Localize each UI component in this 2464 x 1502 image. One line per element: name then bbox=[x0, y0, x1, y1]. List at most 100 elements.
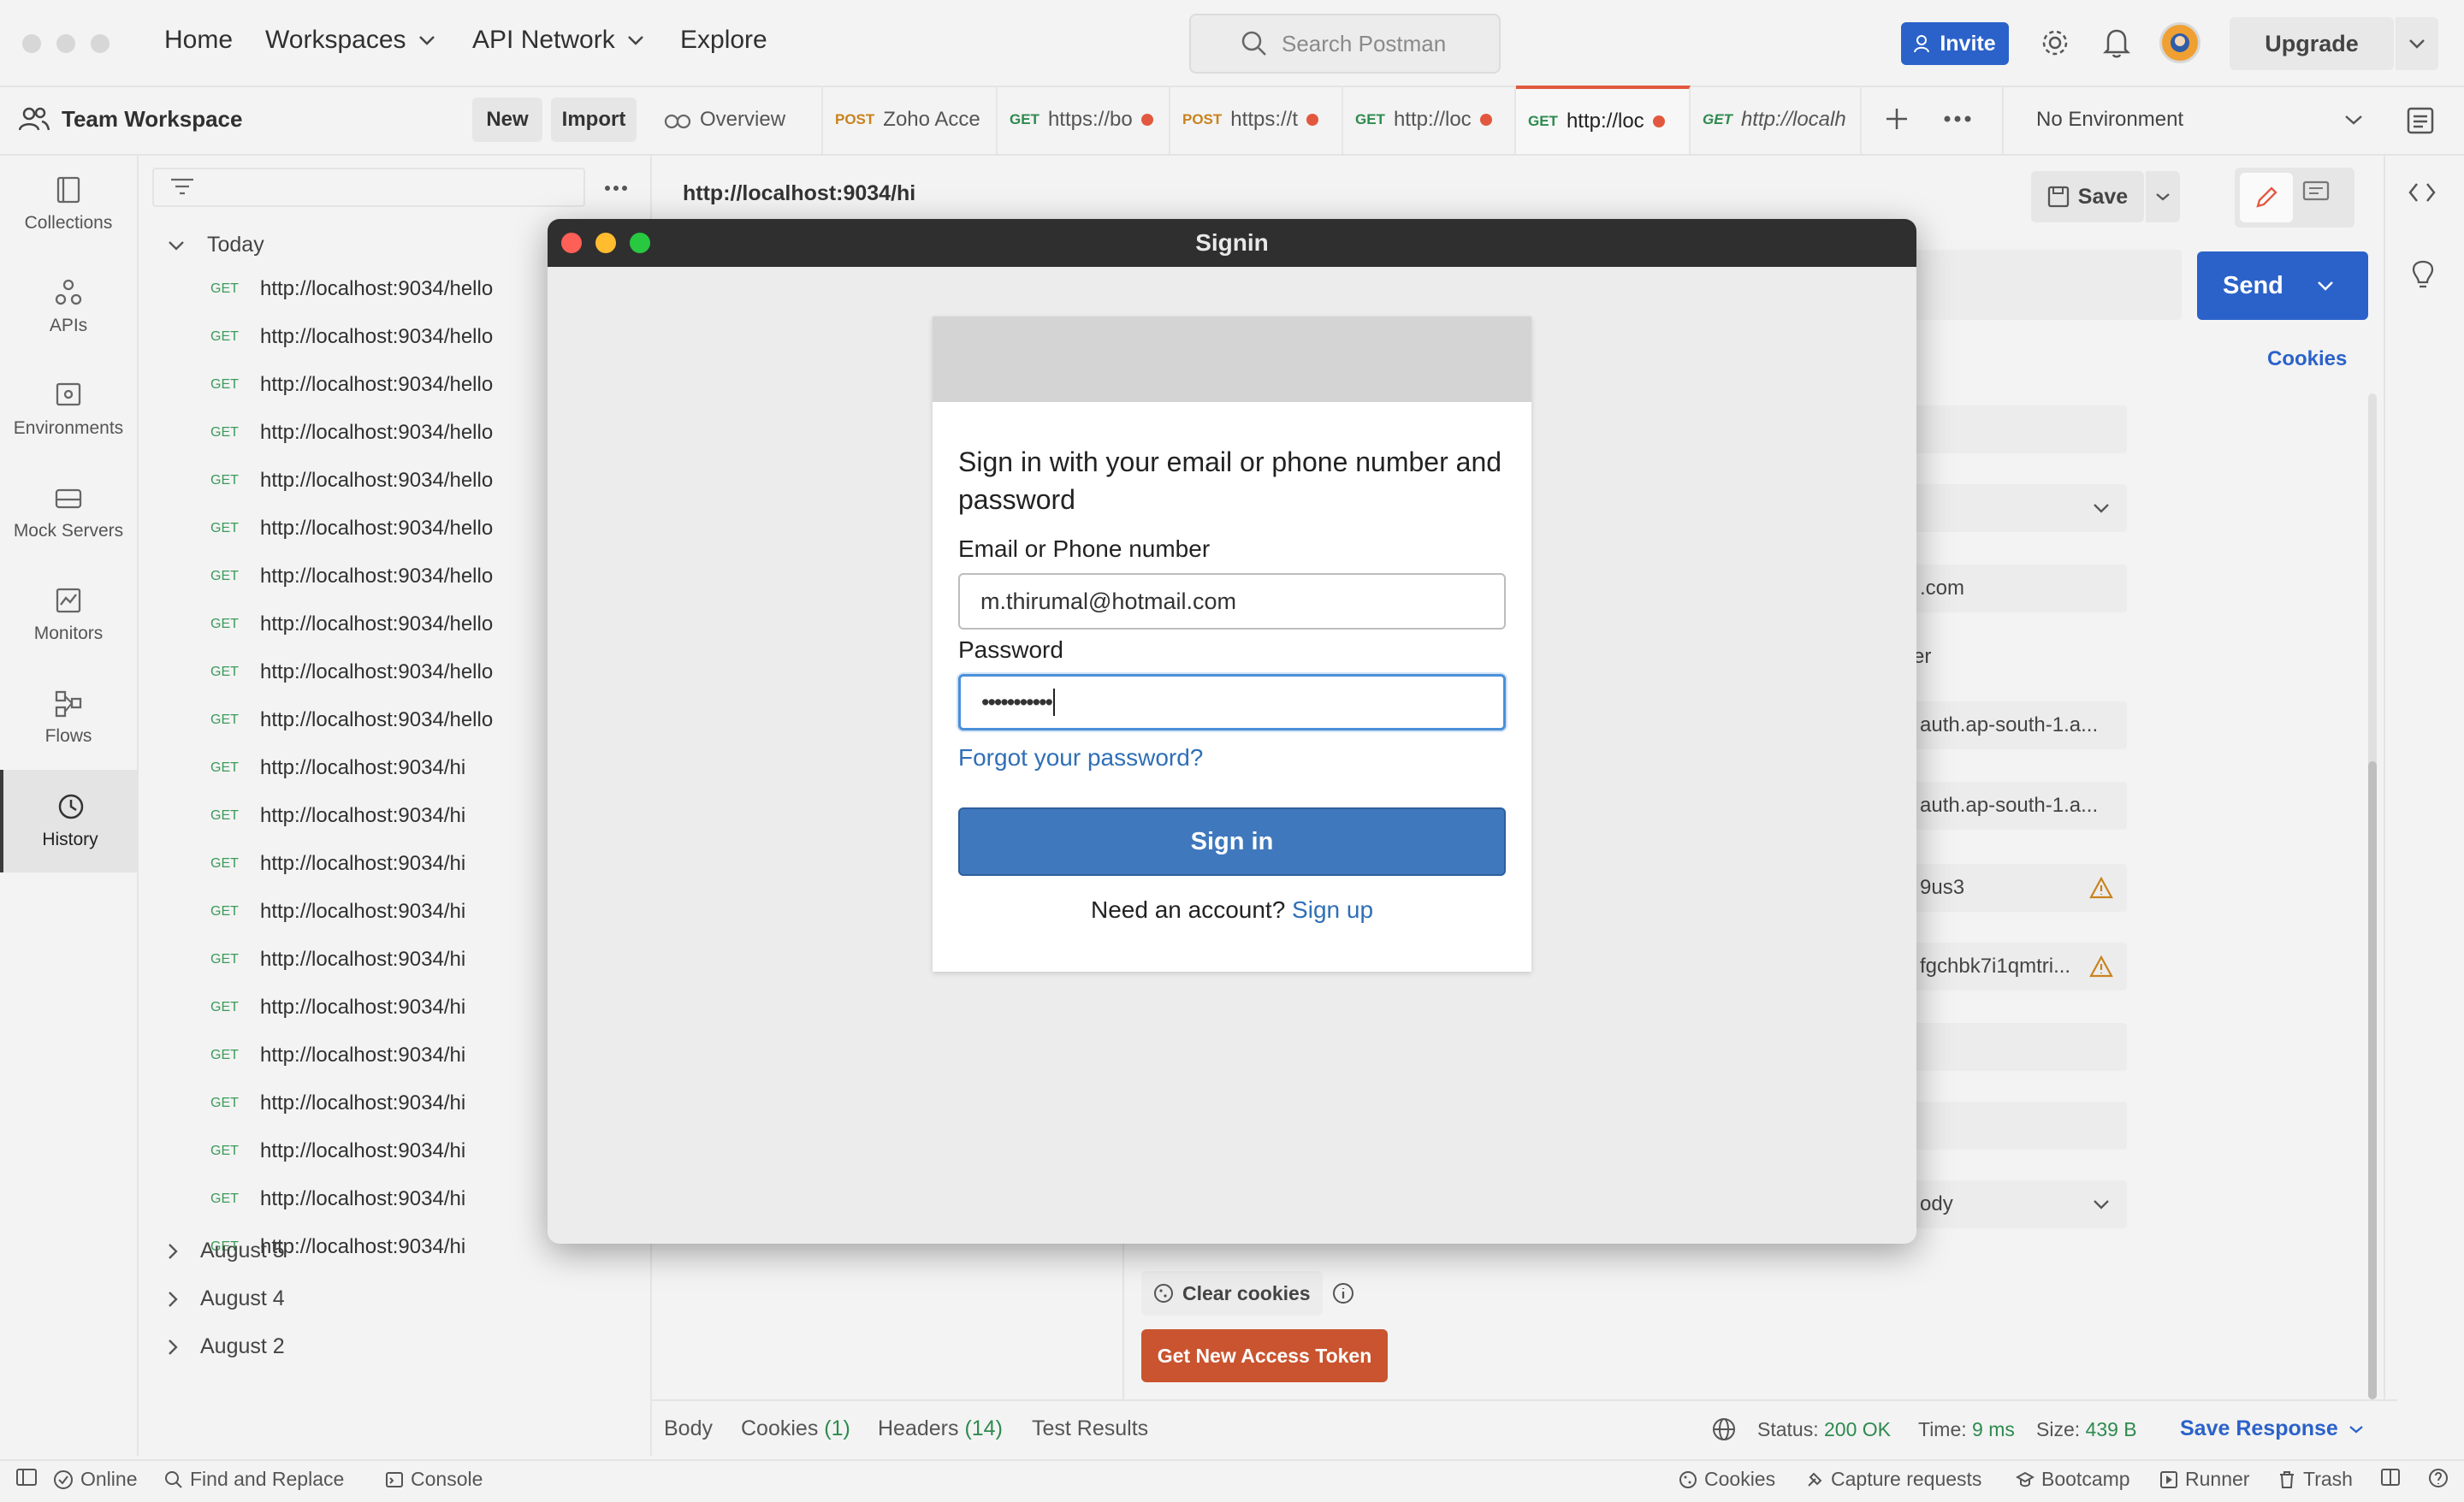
client-id-field[interactable]: 9us3 bbox=[1913, 864, 2127, 912]
save-dropdown[interactable] bbox=[2146, 171, 2180, 222]
history-item[interactable]: GET http://localhost:9034/hi bbox=[210, 1139, 465, 1163]
plus-icon[interactable] bbox=[1884, 106, 1910, 132]
tab-request-preview[interactable]: GET http://localh bbox=[1691, 86, 1862, 154]
sidebar-item-mock-servers[interactable]: Mock Servers bbox=[0, 465, 137, 559]
history-item[interactable]: GET http://localhost:9034/hi bbox=[210, 1187, 465, 1211]
response-tab-headers[interactable]: Headers (14) bbox=[878, 1416, 1003, 1441]
sidebar-item-environments[interactable]: Environments bbox=[0, 363, 137, 457]
edit-icon[interactable] bbox=[2240, 173, 2293, 222]
zoom-window-button[interactable] bbox=[630, 233, 650, 253]
token-url-field[interactable]: auth.ap-south-1.a... bbox=[1913, 782, 2127, 830]
lightbulb-icon[interactable] bbox=[2411, 260, 2435, 291]
info-icon[interactable] bbox=[1331, 1281, 1355, 1305]
comment-icon[interactable] bbox=[2301, 180, 2331, 205]
minimize-window-button[interactable] bbox=[595, 233, 616, 253]
client-auth-select[interactable]: ody bbox=[1913, 1180, 2127, 1228]
history-item[interactable]: GET http://localhost:9034/hi bbox=[210, 900, 465, 924]
trash-button[interactable]: Trash bbox=[2277, 1468, 2353, 1491]
history-group-aug5[interactable]: August 5 bbox=[168, 1239, 285, 1263]
new-button[interactable]: New bbox=[472, 98, 542, 142]
history-item[interactable]: GET http://localhost:9034/hi bbox=[210, 756, 465, 780]
history-group-aug2[interactable]: August 2 bbox=[168, 1334, 285, 1359]
client-secret-field[interactable]: fgchbk7i1qmtri... bbox=[1913, 943, 2127, 990]
sidebar-item-flows[interactable]: Flows bbox=[0, 671, 137, 765]
tab-request-4[interactable]: GET http://loc bbox=[1343, 86, 1516, 154]
more-tabs-icon[interactable] bbox=[1944, 115, 1971, 123]
environment-quicklook-icon[interactable] bbox=[2406, 106, 2435, 135]
history-item[interactable]: GET http://localhost:9034/hi bbox=[210, 996, 465, 1020]
tab-zoho[interactable]: POST Zoho Acce bbox=[823, 86, 998, 154]
scrollbar-thumb[interactable] bbox=[2368, 761, 2377, 1399]
history-item[interactable]: GET http://localhost:9034/hello bbox=[210, 660, 493, 684]
two-pane-icon[interactable] bbox=[2380, 1468, 2401, 1487]
auth-field[interactable] bbox=[1913, 405, 2127, 453]
signin-button[interactable]: Sign in bbox=[958, 807, 1506, 876]
code-icon[interactable] bbox=[2408, 181, 2437, 204]
password-field[interactable]: ••••••••••• bbox=[958, 674, 1506, 730]
cookies-link[interactable]: Cookies bbox=[2267, 347, 2347, 371]
history-item[interactable]: GET http://localhost:9034/hi bbox=[210, 948, 465, 972]
signup-link[interactable]: Sign up bbox=[1292, 896, 1373, 923]
sidebar-item-apis[interactable]: APIs bbox=[0, 260, 137, 354]
avatar[interactable] bbox=[2159, 22, 2200, 63]
auth-field-email[interactable]: .com bbox=[1913, 565, 2127, 612]
scope-field[interactable] bbox=[1913, 1023, 2127, 1071]
history-item[interactable]: GET http://localhost:9034/hi bbox=[210, 1044, 465, 1067]
history-group-today[interactable]: Today bbox=[168, 233, 264, 257]
history-item[interactable]: GET http://localhost:9034/hi bbox=[210, 804, 465, 828]
get-new-access-token-button[interactable]: Get New Access Token bbox=[1141, 1329, 1388, 1382]
chevron-down-icon[interactable] bbox=[2344, 115, 2363, 125]
upgrade-button[interactable]: Upgrade bbox=[2230, 17, 2394, 70]
bell-icon[interactable] bbox=[2103, 27, 2130, 58]
invite-button[interactable]: Invite bbox=[1901, 22, 2009, 65]
find-replace-button[interactable]: Find and Replace bbox=[164, 1468, 344, 1491]
history-filter-input[interactable] bbox=[152, 168, 585, 207]
history-item[interactable]: GET http://localhost:9034/hello bbox=[210, 277, 493, 301]
history-item[interactable]: GET http://localhost:9034/hello bbox=[210, 325, 493, 349]
more-icon[interactable] bbox=[604, 185, 628, 192]
sidebar-item-monitors[interactable]: Monitors bbox=[0, 568, 137, 662]
history-item[interactable]: GET http://localhost:9034/hello bbox=[210, 612, 493, 636]
window-close-dot[interactable] bbox=[22, 34, 41, 53]
toggle-sidebar-icon[interactable] bbox=[15, 1468, 38, 1487]
search-bar[interactable]: Search Postman bbox=[1189, 14, 1501, 74]
save-response-button[interactable]: Save Response bbox=[2180, 1416, 2364, 1441]
bootcamp-button[interactable]: Bootcamp bbox=[2016, 1468, 2130, 1491]
email-field[interactable]: m.thirumal@hotmail.com bbox=[958, 573, 1506, 630]
auth-select[interactable] bbox=[1913, 484, 2127, 532]
history-item[interactable]: GET http://localhost:9034/hi bbox=[210, 852, 465, 876]
cookies-status-button[interactable]: Cookies bbox=[1679, 1468, 1775, 1491]
globe-icon[interactable] bbox=[1711, 1416, 1737, 1442]
history-item[interactable]: GET http://localhost:9034/hello bbox=[210, 469, 493, 493]
response-tab-test-results[interactable]: Test Results bbox=[1032, 1416, 1148, 1441]
window-zoom-dot[interactable] bbox=[91, 34, 110, 53]
auth-url-field[interactable]: auth.ap-south-1.a... bbox=[1913, 701, 2127, 749]
close-window-button[interactable] bbox=[561, 233, 582, 253]
runner-button[interactable]: Runner bbox=[2159, 1468, 2249, 1491]
forgot-password-link[interactable]: Forgot your password? bbox=[958, 744, 1203, 772]
history-item[interactable]: GET http://localhost:9034/hello bbox=[210, 565, 493, 588]
history-group-aug4[interactable]: August 4 bbox=[168, 1286, 285, 1311]
nav-api-network[interactable]: API Network bbox=[472, 26, 644, 55]
history-item[interactable]: GET http://localhost:9034/hello bbox=[210, 708, 493, 732]
import-button[interactable]: Import bbox=[551, 98, 637, 142]
nav-home[interactable]: Home bbox=[164, 26, 233, 55]
console-button[interactable]: Console bbox=[385, 1468, 483, 1491]
tab-overview[interactable]: Overview bbox=[652, 86, 823, 154]
nav-workspaces[interactable]: Workspaces bbox=[265, 26, 435, 55]
history-item[interactable]: GET http://localhost:9034/hello bbox=[210, 421, 493, 445]
workspace-name[interactable]: Team Workspace bbox=[62, 106, 242, 133]
tab-request-active[interactable]: GET http://loc bbox=[1516, 86, 1691, 154]
tab-request-3[interactable]: POST https://t bbox=[1170, 86, 1343, 154]
clear-cookies-button[interactable]: Clear cookies bbox=[1141, 1271, 1323, 1316]
history-item[interactable]: GET http://localhost:9034/hello bbox=[210, 517, 493, 541]
url-input[interactable] bbox=[1913, 250, 2182, 320]
gear-icon[interactable] bbox=[2040, 27, 2070, 58]
sidebar-item-history[interactable]: History bbox=[0, 770, 137, 872]
save-button[interactable]: Save bbox=[2031, 171, 2144, 222]
online-status[interactable]: Online bbox=[53, 1468, 137, 1491]
response-tab-cookies[interactable]: Cookies (1) bbox=[741, 1416, 850, 1441]
response-tab-body[interactable]: Body bbox=[664, 1416, 713, 1441]
send-button[interactable]: Send bbox=[2197, 251, 2368, 320]
help-icon[interactable] bbox=[2428, 1468, 2449, 1488]
